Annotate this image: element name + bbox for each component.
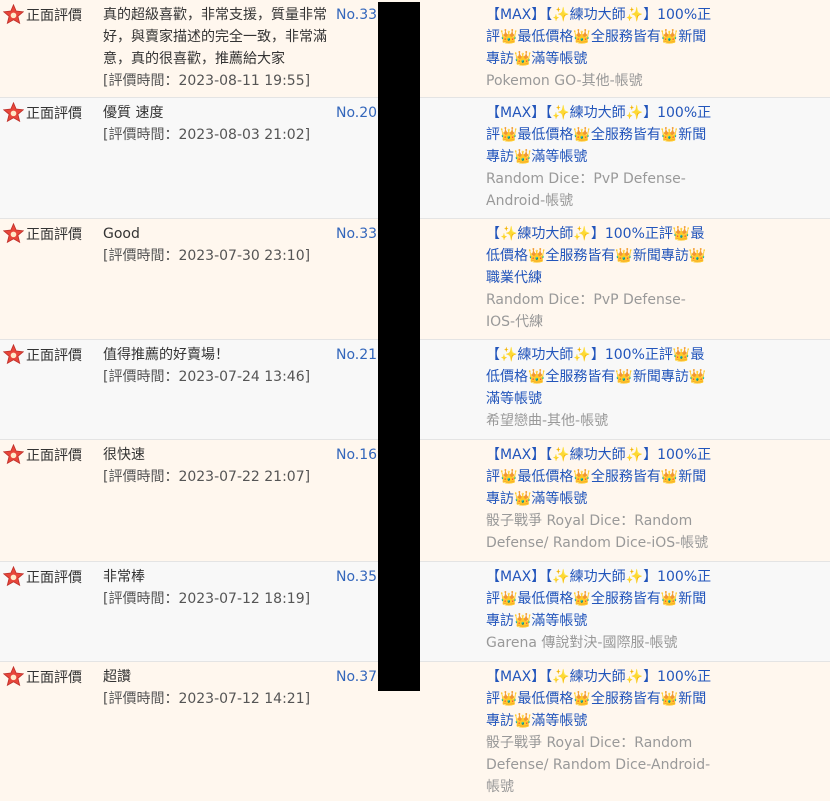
- positive-review-badge: 正面評價: [3, 344, 82, 366]
- review-comment: 很快速 [評價時間：2023-07-22 21:07]: [103, 444, 331, 488]
- product-info: 【✨練功大師✨】100%正評👑最低價格👑全服務皆有👑新聞專訪👑滿等帳號 希望戀曲…: [486, 344, 712, 432]
- comment-text: 超讚: [103, 669, 131, 685]
- star-badge-icon: [3, 566, 24, 587]
- review-time: [評價時間：2023-08-03 21:02]: [103, 127, 311, 143]
- badge-label: 正面評價: [26, 570, 82, 586]
- positive-review-badge: 正面評價: [3, 666, 82, 688]
- order-number-link[interactable]: No.169: [336, 444, 380, 466]
- product-info: 【MAX】【✨練功大師✨】100%正評👑最低價格👑全服務皆有👑新聞專訪👑滿等帳號…: [486, 102, 712, 212]
- review-table: 正面評價 真的超級喜歡，非常支援，質量非常好，與賣家描述的完全一致，非常滿意，真…: [0, 0, 830, 801]
- review-comment: 優質 速度 [評價時間：2023-08-03 21:02]: [103, 102, 331, 146]
- product-category: 骰子戰爭 Royal Dice：Random Defense/ Random D…: [486, 513, 709, 551]
- comment-text: 優質 速度: [103, 105, 164, 121]
- product-info: 【MAX】【✨練功大師✨】100%正評👑最低價格👑全服務皆有👑新聞專訪👑滿等帳號…: [486, 566, 712, 654]
- review-time: [評價時間：2023-07-12 18:19]: [103, 591, 311, 607]
- product-title-link[interactable]: 【✨練功大師✨】100%正評👑最低價格👑全服務皆有👑新聞專訪👑職業代練: [486, 223, 712, 289]
- badge-label: 正面評價: [26, 670, 82, 686]
- order-number-link[interactable]: No.338: [336, 223, 380, 245]
- comment-text: 值得推薦的好賣場！: [103, 347, 229, 363]
- star-badge-icon: [3, 344, 24, 365]
- review-time: [評價時間：2023-07-22 21:07]: [103, 469, 311, 485]
- product-info: 【MAX】【✨練功大師✨】100%正評👑最低價格👑全服務皆有👑新聞專訪👑滿等帳號…: [486, 4, 712, 92]
- badge-label: 正面評價: [26, 348, 82, 364]
- product-title-link[interactable]: 【MAX】【✨練功大師✨】100%正評👑最低價格👑全服務皆有👑新聞專訪👑滿等帳號: [486, 102, 712, 168]
- order-number-link[interactable]: No.211: [336, 344, 380, 366]
- review-comment: 非常棒 [評價時間：2023-07-12 18:19]: [103, 566, 331, 610]
- positive-review-badge: 正面評價: [3, 223, 82, 245]
- badge-label: 正面評價: [26, 448, 82, 464]
- product-title-link[interactable]: 【MAX】【✨練功大師✨】100%正評👑最低價格👑全服務皆有👑新聞專訪👑滿等帳號: [486, 4, 712, 70]
- review-time: [評價時間：2023-08-11 19:55]: [103, 73, 311, 89]
- badge-label: 正面評價: [26, 106, 82, 122]
- badge-label: 正面評價: [26, 8, 82, 24]
- product-category: Pokemon GO-其他-帳號: [486, 73, 643, 89]
- review-time: [評價時間：2023-07-30 23:10]: [103, 248, 311, 264]
- order-number-link[interactable]: No.370: [336, 666, 380, 688]
- star-badge-icon: [3, 102, 24, 123]
- product-info: 【✨練功大師✨】100%正評👑最低價格👑全服務皆有👑新聞專訪👑職業代練 Rand…: [486, 223, 712, 333]
- product-category: Random Dice：PvP Defense-IOS-代練: [486, 292, 686, 330]
- star-badge-icon: [3, 666, 24, 687]
- review-comment: Good [評價時間：2023-07-30 23:10]: [103, 223, 331, 267]
- review-time: [評價時間：2023-07-12 14:21]: [103, 691, 311, 707]
- star-badge-icon: [3, 223, 24, 244]
- redaction-block: [378, 2, 420, 691]
- review-comment: 真的超級喜歡，非常支援，質量非常好，與賣家描述的完全一致，非常滿意，真的很喜歡，…: [103, 4, 331, 92]
- positive-review-badge: 正面評價: [3, 444, 82, 466]
- star-badge-icon: [3, 444, 24, 465]
- positive-review-badge: 正面評價: [3, 566, 82, 588]
- order-number-link[interactable]: No.331: [336, 4, 380, 26]
- review-time: [評價時間：2023-07-24 13:46]: [103, 369, 311, 385]
- product-title-link[interactable]: 【MAX】【✨練功大師✨】100%正評👑最低價格👑全服務皆有👑新聞專訪👑滿等帳號: [486, 444, 712, 510]
- positive-review-badge: 正面評價: [3, 102, 82, 124]
- comment-text: 非常棒: [103, 569, 145, 585]
- badge-label: 正面評價: [26, 227, 82, 243]
- product-category: 希望戀曲-其他-帳號: [486, 413, 609, 429]
- order-number-link[interactable]: No.207: [336, 102, 380, 124]
- order-number-link[interactable]: No.351: [336, 566, 380, 588]
- product-title-link[interactable]: 【✨練功大師✨】100%正評👑最低價格👑全服務皆有👑新聞專訪👑滿等帳號: [486, 344, 712, 410]
- product-category: Garena 傳說對決-國際服-帳號: [486, 635, 678, 651]
- review-comment: 值得推薦的好賣場！ [評價時間：2023-07-24 13:46]: [103, 344, 331, 388]
- product-title-link[interactable]: 【MAX】【✨練功大師✨】100%正評👑最低價格👑全服務皆有👑新聞專訪👑滿等帳號: [486, 566, 712, 632]
- product-category: 骰子戰爭 Royal Dice：Random Defense/ Random D…: [486, 735, 711, 795]
- comment-text: 很快速: [103, 447, 145, 463]
- review-comment: 超讚 [評價時間：2023-07-12 14:21]: [103, 666, 331, 710]
- product-title-link[interactable]: 【MAX】【✨練功大師✨】100%正評👑最低價格👑全服務皆有👑新聞專訪👑滿等帳號: [486, 666, 712, 732]
- star-badge-icon: [3, 4, 24, 25]
- positive-review-badge: 正面評價: [3, 4, 82, 26]
- product-category: Random Dice：PvP Defense-Android-帳號: [486, 171, 686, 209]
- comment-text: Good: [103, 226, 140, 242]
- product-info: 【MAX】【✨練功大師✨】100%正評👑最低價格👑全服務皆有👑新聞專訪👑滿等帳號…: [486, 666, 712, 798]
- product-info: 【MAX】【✨練功大師✨】100%正評👑最低價格👑全服務皆有👑新聞專訪👑滿等帳號…: [486, 444, 712, 554]
- comment-text: 真的超級喜歡，非常支援，質量非常好，與賣家描述的完全一致，非常滿意，真的很喜歡，…: [103, 7, 327, 67]
